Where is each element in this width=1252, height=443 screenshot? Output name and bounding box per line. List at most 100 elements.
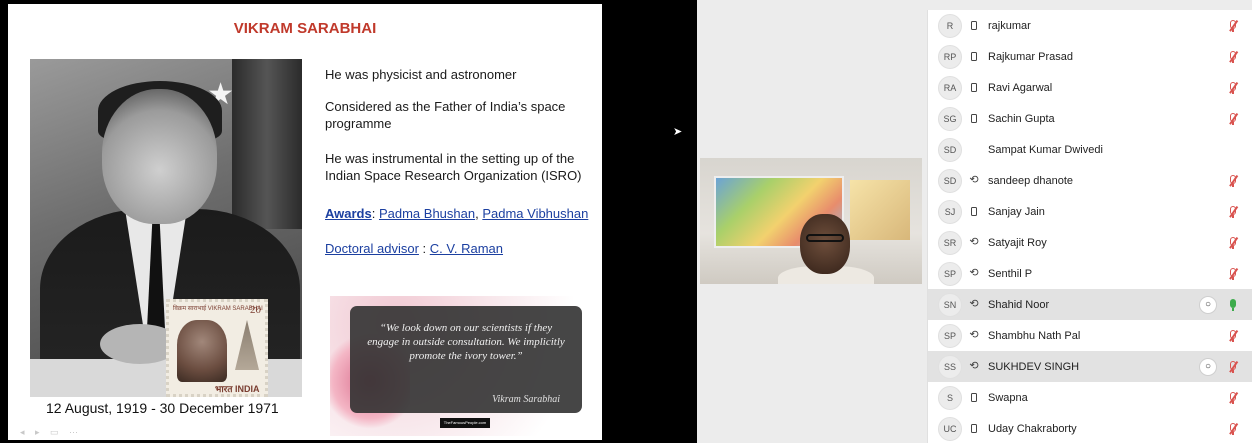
quote-text: “We look down on our scientists if they … [367, 322, 565, 362]
mic-muted-icon[interactable] [1227, 236, 1239, 250]
participant-row[interactable]: SP ⟲ Shambhu Nath Pal [928, 320, 1252, 351]
quote-author: Vikram Sarabhai [492, 394, 560, 405]
avatar: S [938, 385, 962, 410]
mic-on-icon[interactable] [1227, 298, 1239, 312]
phone-icon [968, 114, 980, 123]
fact-physicist: He was physicist and astronomer [325, 67, 517, 82]
mic-muted-icon[interactable] [1227, 81, 1239, 95]
award-padma-bhushan-link[interactable]: Padma Bhushan [379, 206, 475, 221]
participant-name: sandeep dhanote [988, 174, 1074, 187]
chat-bubble-icon[interactable]: ○ [1199, 357, 1217, 376]
participant-name: Rajkumar Prasad [988, 50, 1073, 63]
participants-list[interactable]: Rrajkumar RP Rajkumar Prasad RA Ravi Agarwal… [927, 10, 1252, 443]
participant-video[interactable] [700, 158, 922, 284]
mic-muted-icon[interactable] [1227, 391, 1239, 405]
participant-name: Shambhu Nath Pal [988, 329, 1081, 342]
rocket-icon [235, 320, 259, 370]
participant-row[interactable]: Rrajkumar [928, 10, 1252, 41]
quote-box: “We look down on our scientists if they … [350, 306, 582, 413]
phone-icon [968, 52, 980, 61]
participant-row[interactable]: SN ⟲ Shahid Noor ○ [928, 289, 1252, 320]
participant-name: Satyajit Roy [988, 236, 1047, 249]
participant-row[interactable]: RA Ravi Agarwal [928, 72, 1252, 103]
participant-name: Senthil P [988, 267, 1033, 280]
phone-icon [968, 21, 980, 30]
mic-muted-icon[interactable] [1227, 112, 1239, 126]
advisor-label-link[interactable]: Doctoral advisor [325, 241, 419, 256]
participant-row[interactable]: S Swapna [928, 382, 1252, 413]
mic-muted-icon[interactable] [1227, 360, 1239, 374]
mic-muted-icon[interactable] [1227, 329, 1239, 343]
fact-isro: He was instrumental in the setting up of… [325, 151, 582, 183]
glasses-icon [806, 234, 844, 242]
participant-name: Shahid Noor [988, 298, 1050, 311]
stamp-portrait [177, 320, 227, 382]
participant-row[interactable]: SR ⟲ Satyajit Roy [928, 227, 1252, 258]
participant-row[interactable]: SJ Sanjay Jain [928, 196, 1252, 227]
life-dates: 12 August, 1919 - 30 December 1971 [46, 400, 279, 416]
slide-nav-controls[interactable]: ◂ ▸ ▭ ⋯ [20, 427, 82, 438]
flag-backdrop [232, 59, 302, 229]
fact-father-space: Considered as the Father of India’s spac… [325, 99, 566, 131]
participant-row[interactable]: UC Uday Chakraborty [928, 413, 1252, 443]
mic-muted-icon[interactable] [1227, 267, 1239, 281]
phone-icon [968, 393, 980, 402]
mic-muted-icon[interactable] [1227, 422, 1239, 436]
web-icon: ⟲ [969, 267, 979, 279]
stamp-value: 20 [250, 304, 261, 316]
quote-card: “We look down on our scientists if they … [330, 296, 592, 436]
avatar: SP [938, 323, 962, 348]
awards-label: Awards [325, 206, 372, 221]
participant-name: Sachin Gupta [988, 112, 1055, 125]
quote-credit: TheFamousPeople.com [440, 418, 490, 428]
participant-name: SUKHDEV SINGH [988, 360, 1080, 373]
participant-row[interactable]: SD Sampat Kumar Dwivedi [928, 134, 1252, 165]
avatar: SS [938, 354, 962, 379]
chat-bubble-icon[interactable]: ○ [1199, 295, 1217, 314]
participant-name: Uday Chakraborty [988, 422, 1077, 435]
participant-name: rajkumar [988, 19, 1031, 32]
phone-icon [968, 424, 980, 433]
avatar: UC [938, 416, 962, 441]
participant-name: Sampat Kumar Dwivedi [988, 143, 1103, 156]
web-icon: ⟲ [969, 174, 979, 186]
awards-line: Awards: Padma Bhushan, Padma Vibhushan [325, 206, 589, 221]
mic-muted-icon[interactable] [1227, 205, 1239, 219]
avatar: SR [938, 230, 962, 255]
phone-icon [968, 207, 980, 216]
web-icon: ⟲ [969, 360, 979, 372]
mouse-cursor-icon: ➤ [673, 126, 683, 138]
avatar: RA [938, 75, 962, 100]
participant-name: Swapna [988, 391, 1028, 404]
web-icon: ⟲ [969, 236, 979, 248]
participant-name: Sanjay Jain [988, 205, 1045, 218]
avatar: SD [938, 137, 962, 162]
participant-row[interactable]: SP ⟲ Senthil P [928, 258, 1252, 289]
participant-row[interactable]: RP Rajkumar Prasad [928, 41, 1252, 72]
avatar: SP [938, 261, 962, 286]
avatar: SN [938, 292, 962, 317]
stamp-country: भारत INDIA [215, 384, 260, 394]
presentation-slide: VIKRAM SARABHAI ★ विक्रम साराभाई VIKRAM … [8, 4, 602, 440]
web-icon: ⟲ [969, 298, 979, 310]
participant-row[interactable]: SG Sachin Gupta [928, 103, 1252, 134]
avatar: SG [938, 106, 962, 131]
slide-title: VIKRAM SARABHAI [233, 20, 377, 37]
advisor-name-link[interactable]: C. V. Raman [430, 241, 503, 256]
participant-name: Ravi Agarwal [988, 81, 1053, 94]
advisor-line: Doctoral advisor : C. V. Raman [325, 241, 504, 256]
postage-stamp: विक्रम साराभाई VIKRAM SARABHAI 20 भारत I… [166, 299, 268, 397]
avatar: RP [938, 44, 962, 69]
participant-row[interactable]: SD ⟲ sandeep dhanote [928, 165, 1252, 196]
shared-screen: VIKRAM SARABHAI ★ विक्रम साराभाई VIKRAM … [0, 0, 697, 443]
mic-muted-icon[interactable] [1227, 174, 1239, 188]
mic-muted-icon[interactable] [1227, 50, 1239, 64]
participant-row[interactable]: SS ⟲ SUKHDEV SINGH ○ [928, 351, 1252, 382]
phone-icon [968, 83, 980, 92]
avatar: R [938, 13, 962, 38]
avatar: SJ [938, 199, 962, 224]
mic-muted-icon[interactable] [1227, 19, 1239, 33]
web-icon: ⟲ [969, 329, 979, 341]
award-padma-vibhushan-link[interactable]: Padma Vibhushan [482, 206, 588, 221]
avatar: SD [938, 168, 962, 193]
